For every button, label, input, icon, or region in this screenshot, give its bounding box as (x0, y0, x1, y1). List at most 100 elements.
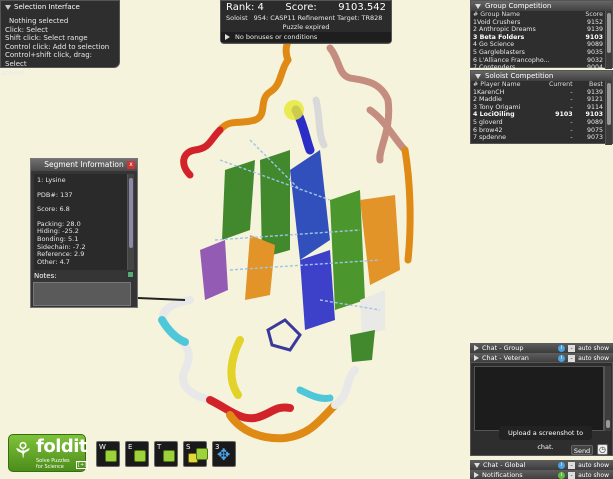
backbone-tube (159, 296, 214, 404)
collapse-icon[interactable] (474, 462, 480, 468)
puzzle-name: 954: CASP11 Refinement Target: TR828 (253, 14, 383, 22)
clock-icon[interactable]: ◷ (597, 444, 608, 455)
scroll-thumb[interactable] (607, 13, 611, 53)
table-row[interactable]: 7 spdenne -9073 (471, 134, 612, 142)
table-row[interactable]: 4 Go Science 9089 (471, 41, 612, 49)
table-cell: 5 Gargleblasters (473, 48, 525, 56)
notes-icon[interactable] (127, 271, 134, 278)
close-icon[interactable]: x (127, 161, 135, 169)
group-competition-panel: Group Competition # Group Name Score 1Voi… (470, 0, 613, 71)
wiggle-tool-button[interactable]: W (96, 441, 120, 467)
shake-icon (196, 448, 208, 460)
chat-group-bar[interactable]: Chat - Group i - auto show (470, 343, 613, 353)
selection-interface-title[interactable]: Selection Interface (1, 1, 119, 13)
help-line: Nothing selected (9, 17, 69, 25)
segment-score: Score: 6.8 (37, 205, 70, 214)
group-competition-header[interactable]: Group Competition (471, 1, 612, 11)
chat-messages[interactable] (474, 366, 604, 431)
help-line: Control+shift click, drag: Select (5, 51, 93, 68)
table-cell: 2 Anthropic Dreams (473, 26, 536, 34)
shake-tool-button[interactable]: S (183, 441, 208, 467)
table-cell: 3 Tony Origami (473, 103, 521, 111)
tweak-tool-button[interactable]: T (154, 441, 178, 467)
info-icon[interactable]: i (558, 354, 566, 362)
collapse-icon[interactable] (5, 4, 11, 10)
table-cell: 5 gloverd (473, 118, 503, 126)
scroll-thumb[interactable] (606, 420, 610, 428)
expand-icon[interactable] (474, 472, 479, 478)
info-icon[interactable]: i (558, 471, 566, 479)
minimize-icon[interactable]: - (568, 471, 576, 479)
expand-icon[interactable] (474, 355, 479, 361)
minimize-icon[interactable]: - (568, 354, 576, 362)
expand-icon[interactable] (474, 345, 479, 351)
expand-icon[interactable] (225, 34, 230, 40)
auto-show-toggle[interactable]: auto show (578, 355, 613, 362)
backbone-tube (227, 336, 244, 399)
backbone-tube (312, 96, 328, 149)
segment-information-header[interactable]: Segment Information x (31, 159, 137, 171)
bonus-row[interactable]: No bonuses or conditions (221, 32, 391, 42)
scroll-thumb[interactable] (607, 83, 611, 125)
table-row[interactable]: 4 LociOiling 9103 9103 (471, 111, 612, 119)
minimize-icon[interactable]: - (568, 344, 576, 352)
soloist-competition-header[interactable]: Soloist Competition (471, 71, 612, 81)
soloist-table: # Player Name Current Best 1KarenCH -9139 2 … (471, 81, 612, 142)
table-row[interactable]: 1KarenCH -9139 (471, 89, 612, 97)
group-scrollbar[interactable] (605, 11, 612, 69)
segment-scrollbar[interactable] (127, 174, 134, 270)
help-line: sphere (1, 68, 25, 77)
table-cell: - (570, 88, 573, 96)
send-button[interactable]: Send (571, 445, 593, 455)
table-row[interactable]: 3 Tony Origami -9114 (471, 104, 612, 112)
table-row[interactable]: 1Void Crushers 9152 (471, 19, 612, 27)
chat-global-bar[interactable]: Chat - Global i - auto show (470, 460, 613, 470)
help-line: Shift click: Select range (5, 34, 88, 43)
table-row[interactable]: 6 brow42-9075 (471, 127, 612, 135)
group-table: # Group Name Score 1Void Crushers 9152 2 An… (471, 11, 612, 72)
soloist-scrollbar[interactable] (605, 81, 612, 145)
auto-show-toggle[interactable]: auto show (578, 462, 613, 469)
beta-sheet (290, 150, 330, 260)
table-cell: 4 LociOiling (473, 111, 515, 119)
selection-interface-panel: Selection Interface Nothing selected Cli… (0, 0, 120, 77)
table-row[interactable]: 2 Anthropic Dreams 9139 (471, 26, 612, 34)
explore-tool-button[interactable]: E (125, 441, 149, 467)
table-row[interactable]: 2 Maddie -9121 (471, 96, 612, 104)
selection-help: Nothing selected Click: Select Shift cli… (1, 13, 119, 77)
notes-label: Notes: (34, 272, 57, 280)
info-icon[interactable]: i (558, 461, 566, 469)
table-row[interactable]: 3 Beta Folders 9103 (471, 34, 612, 42)
mode-label: Soloist (226, 14, 248, 22)
logo-wordmark: foldit (36, 436, 88, 457)
segment-information-panel: Segment Information x 1: Lysine PDB#: 137… (30, 158, 138, 308)
explore-icon (134, 450, 146, 462)
foldit-logo[interactable]: ⚘ foldit Solve Puzzles for Science [+] (8, 434, 89, 472)
table-cell: 1KarenCH (473, 88, 505, 96)
chat-scrollbar[interactable] (604, 366, 611, 431)
rank-label: Rank: 4 (226, 2, 264, 13)
table-cell: 2 Maddie (473, 96, 502, 104)
tweak-icon (163, 450, 175, 462)
auto-show-toggle[interactable]: auto show (578, 345, 613, 352)
table-row[interactable]: 6 L'Alliance Francopho... 9032 (471, 57, 612, 65)
backbone-tube (331, 366, 359, 409)
info-icon[interactable]: i (558, 344, 566, 352)
move-tool-button[interactable]: 3 ✥ (212, 441, 236, 467)
wiggle-icon (105, 450, 117, 462)
scroll-thumb[interactable] (129, 178, 133, 248)
auto-show-toggle[interactable]: auto show (578, 472, 613, 479)
collapse-icon[interactable] (475, 73, 481, 79)
table-row[interactable]: 5 gloverd -9089 (471, 119, 612, 127)
notifications-bar[interactable]: Notifications i - auto show (470, 470, 613, 479)
table-cell: 6 L'Alliance Francopho... (473, 56, 550, 64)
notes-input[interactable] (33, 282, 131, 306)
table-cell: 3 Beta Folders (473, 33, 525, 41)
table-cell: - (570, 103, 573, 111)
soloist-competition-panel: Soloist Competition # Player Name Current… (470, 70, 613, 145)
minimize-icon[interactable]: - (568, 461, 576, 469)
table-cell: - (570, 134, 573, 142)
table-row[interactable]: 5 Gargleblasters 9035 (471, 49, 612, 57)
collapse-icon[interactable] (475, 3, 481, 9)
pdb-number: PDB#: 137 (37, 190, 73, 199)
